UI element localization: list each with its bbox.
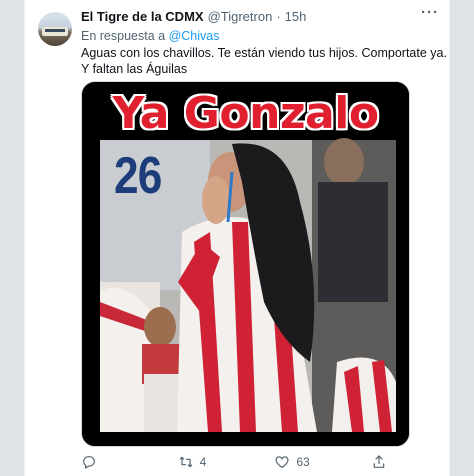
reply-mention-link[interactable]: @Chivas (169, 29, 220, 43)
author-name[interactable]: El Tigre de la CDMX (81, 9, 204, 24)
share-button[interactable] (371, 454, 411, 470)
meme-caption: Ya Gonzalo (112, 88, 379, 139)
tweet-text-line: Aguas con los chavillos. Te están viendo… (81, 46, 447, 60)
share-icon (373, 455, 385, 468)
retweet-button[interactable]: 4 (178, 454, 218, 470)
tweet-card[interactable]: El Tigre de la CDMX @Tigretron · 15h ···… (24, 0, 450, 476)
more-options-icon[interactable]: ··· (421, 5, 439, 20)
retweet-count: 4 (199, 455, 207, 469)
retweet-icon (179, 456, 193, 468)
author-avatar[interactable] (38, 12, 72, 46)
header-separator: · (276, 9, 281, 24)
tweet-timestamp[interactable]: 15h (285, 9, 307, 24)
tweet-media-image[interactable]: 26 Ya Gonzalo (81, 81, 410, 447)
reply-button[interactable] (81, 454, 121, 470)
reply-context: En respuesta a @Chivas (81, 29, 219, 43)
avatar-image (42, 27, 68, 36)
reply-prefix: En respuesta a (81, 29, 166, 43)
heart-icon (275, 456, 289, 469)
reply-icon (83, 456, 95, 470)
like-count: 63 (296, 455, 310, 469)
tweet-text-line: Y faltan las Águilas (81, 62, 188, 76)
tweet-actions: 4 63 (81, 452, 411, 472)
author-handle[interactable]: @Tigretron (208, 9, 273, 24)
like-button[interactable]: 63 (274, 454, 314, 470)
tweet-text: Aguas con los chavillos. Te están viendo… (81, 45, 447, 77)
tweet-header: El Tigre de la CDMX @Tigretron · 15h (81, 9, 306, 24)
jersey-number: 26 (114, 147, 162, 205)
